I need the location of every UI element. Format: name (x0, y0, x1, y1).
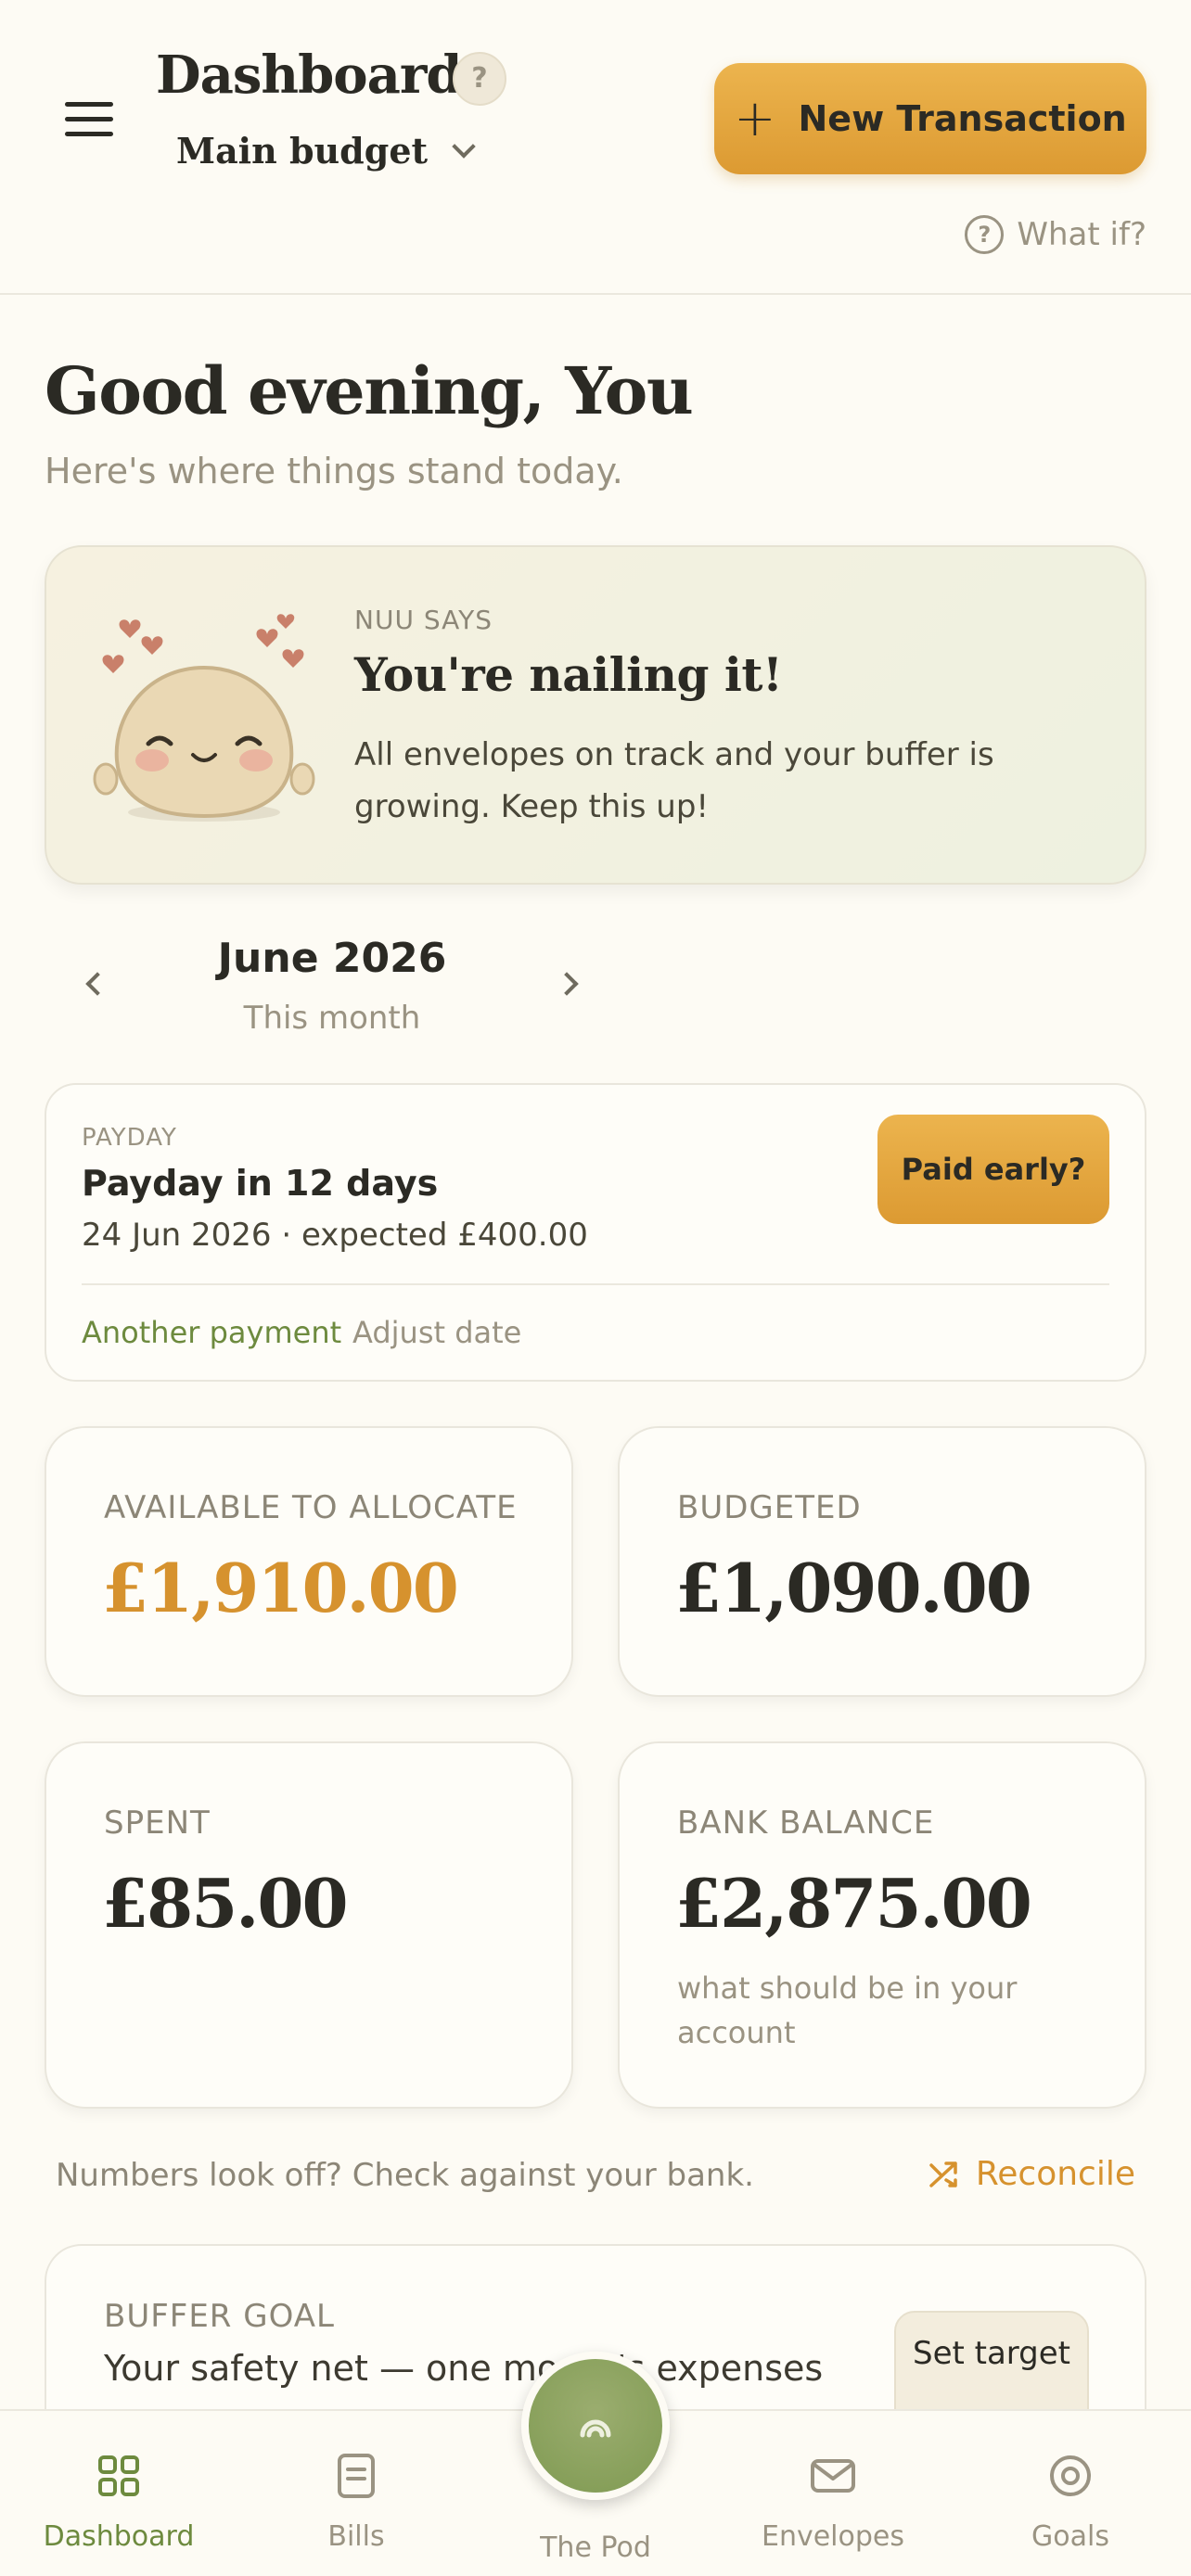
buffer-description: Your safety net — one month's expenses (104, 2348, 824, 2389)
spent-value: £85.00 (102, 1864, 349, 1943)
new-transaction-label: New Transaction (798, 98, 1127, 139)
nuu-message-card: NUU SAYS You're nailing it! All envelope… (45, 545, 1146, 885)
budgeted-card[interactable]: BUDGETED £1,090.00 (618, 1426, 1146, 1697)
nuu-mascot-icon (93, 614, 315, 822)
available-value: £1,910.00 (102, 1549, 459, 1627)
month-subtitle: This month (243, 1000, 421, 1037)
nav-bills-label: Bills (327, 2520, 385, 2553)
help-icon[interactable]: ? (453, 52, 506, 106)
previous-month-button[interactable] (74, 966, 111, 1003)
budget-selector[interactable]: Main budget (176, 130, 476, 172)
budgeted-value: £1,090.00 (675, 1549, 1032, 1627)
adjust-date-link[interactable]: Adjust date (352, 1315, 521, 1350)
greeting-title: Good evening, You (45, 352, 694, 429)
nav-the-pod-label: The Pod (540, 2531, 651, 2564)
what-if-button[interactable]: ? What if? (965, 215, 1146, 254)
chevron-right-icon (555, 972, 579, 996)
bank-balance-card[interactable]: BANK BALANCE £2,875.00 what should be in… (618, 1741, 1146, 2109)
nav-bills[interactable]: Bills (263, 2411, 449, 2576)
available-label: AVAILABLE TO ALLOCATE (104, 1489, 518, 1526)
pod-icon (580, 2419, 611, 2438)
reconcile-hint: Numbers look off? Check against your ban… (56, 2157, 754, 2194)
new-transaction-button[interactable]: + New Transaction (714, 63, 1146, 174)
menu-icon[interactable] (56, 96, 124, 143)
app-screen: Dashboard ? Main budget + New Transactio… (0, 0, 1191, 2576)
month-title: June 2026 (217, 935, 447, 982)
payday-title: Payday in 12 days (82, 1163, 439, 1204)
bill-icon (338, 2454, 375, 2498)
payday-divider (82, 1283, 1109, 1285)
nav-envelopes-label: Envelopes (762, 2520, 904, 2553)
nav-goals-label: Goals (1031, 2520, 1109, 2553)
budget-selector-label: Main budget (176, 130, 429, 172)
shuffle-icon (929, 2161, 957, 2187)
chevron-left-icon (85, 972, 109, 996)
what-if-label: What if? (1017, 216, 1146, 253)
bank-balance-value: £2,875.00 (675, 1864, 1032, 1943)
available-to-allocate-card[interactable]: AVAILABLE TO ALLOCATE £1,910.00 (45, 1426, 573, 1697)
spent-label: SPENT (104, 1804, 211, 1842)
target-icon (1050, 2455, 1091, 2496)
nuu-body: All envelopes on track and your buffer i… (354, 736, 994, 825)
app-header: Dashboard ? Main budget + New Transactio… (0, 0, 1191, 295)
budgeted-label: BUDGETED (677, 1489, 862, 1526)
nuu-headline: You're nailing it! (354, 647, 783, 702)
another-payment-link[interactable]: Another payment (82, 1315, 341, 1350)
spent-card[interactable]: SPENT £85.00 (45, 1741, 573, 2109)
payday-kicker: PAYDAY (82, 1124, 177, 1152)
nav-the-pod[interactable] (521, 2352, 670, 2500)
next-month-button[interactable] (555, 966, 592, 1003)
nav-envelopes[interactable]: Envelopes (740, 2411, 926, 2576)
nav-dashboard[interactable]: Dashboard (26, 2411, 211, 2576)
question-icon: ? (965, 215, 1005, 254)
buffer-label: BUFFER GOAL (104, 2298, 335, 2335)
page-title: Dashboard (156, 45, 463, 106)
chevron-down-icon (452, 134, 476, 159)
paid-early-button[interactable]: Paid early? (877, 1115, 1109, 1224)
grid-icon (98, 2455, 139, 2496)
nuu-kicker: NUU SAYS (354, 605, 493, 635)
envelope-icon (811, 2459, 855, 2493)
reconcile-button[interactable]: Reconcile (928, 2155, 1135, 2193)
nav-dashboard-label: Dashboard (43, 2520, 195, 2553)
nav-goals[interactable]: Goals (978, 2411, 1163, 2576)
plus-icon: + (734, 89, 776, 147)
payday-card: PAYDAY Payday in 12 days 24 Jun 2026 · e… (45, 1083, 1146, 1382)
reconcile-label: Reconcile (975, 2155, 1135, 2193)
payday-detail: 24 Jun 2026 · expected £400.00 (82, 1217, 588, 1254)
greeting-subtitle: Here's where things stand today. (45, 451, 623, 491)
bank-balance-label: BANK BALANCE (677, 1804, 935, 1842)
bank-balance-note: what should be in your account (677, 1970, 1018, 2050)
